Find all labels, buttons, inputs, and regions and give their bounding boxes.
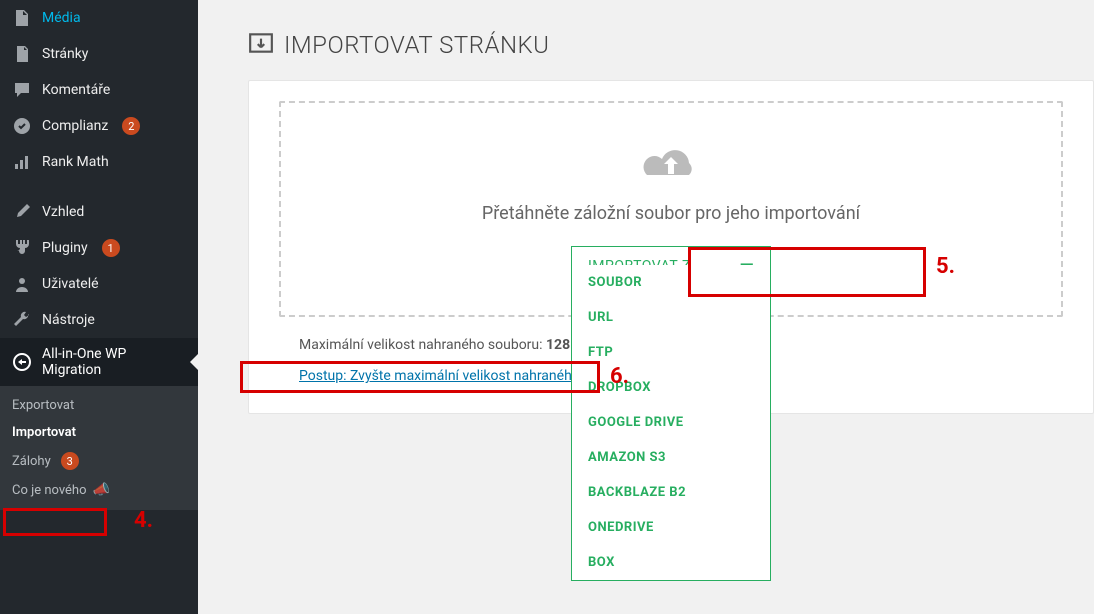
submenu-import[interactable]: Importovat: [0, 419, 198, 446]
option-s3[interactable]: AMAZON S3: [572, 440, 770, 475]
sidebar-item-ai1wm[interactable]: All-in-One WP Migration: [0, 338, 198, 386]
option-backblaze[interactable]: BACKBLAZE B2: [572, 475, 770, 510]
admin-sidebar: Média Stránky Komentáře Complianz 2 Rank…: [0, 0, 198, 614]
complianz-icon: [12, 116, 32, 136]
sidebar-item-users[interactable]: Uživatelé: [0, 266, 198, 302]
submenu-backups[interactable]: Zálohy3: [0, 446, 198, 476]
ai1wm-submenu: Exportovat Importovat Zálohy3 Co je nové…: [0, 386, 198, 510]
option-gdrive[interactable]: GOOGLE DRIVE: [572, 405, 770, 440]
submenu-export[interactable]: Exportovat: [0, 392, 198, 419]
import-icon: [248, 30, 274, 60]
option-box[interactable]: BOX: [572, 545, 770, 580]
sidebar-item-pages[interactable]: Stránky: [0, 36, 198, 72]
media-icon: [12, 8, 32, 28]
option-dropbox[interactable]: DROPBOX: [572, 370, 770, 405]
sidebar-item-label: Pluginy: [42, 240, 88, 256]
backups-badge: 3: [61, 452, 79, 470]
pages-icon: [12, 44, 32, 64]
complianz-badge: 2: [122, 117, 140, 135]
cloud-upload-icon: [301, 143, 1041, 189]
option-ftp[interactable]: FTP: [572, 335, 770, 370]
sidebar-item-label: Uživatelé: [42, 276, 99, 292]
sidebar-item-label: All-in-One WP Migration: [42, 346, 186, 378]
sidebar-item-complianz[interactable]: Complianz 2: [0, 108, 198, 144]
plugin-icon: [12, 238, 32, 258]
sidebar-item-label: Complianz: [42, 118, 108, 134]
submenu-whatsnew[interactable]: Co je nového📣: [0, 476, 198, 504]
brush-icon: [12, 202, 32, 222]
import-source-dropdown: SOUBOR URL FTP DROPBOX GOOGLE DRIVE AMAZ…: [571, 265, 771, 581]
option-file[interactable]: SOUBOR: [572, 265, 770, 300]
comments-icon: [12, 80, 32, 100]
plugins-badge: 1: [102, 239, 120, 257]
megaphone-icon: 📣: [93, 482, 110, 498]
drop-instruction: Přetáhněte záložní soubor pro jeho impor…: [301, 203, 1041, 224]
sidebar-item-label: Rank Math: [42, 154, 109, 170]
dropzone[interactable]: Přetáhněte záložní soubor pro jeho impor…: [279, 101, 1063, 317]
sidebar-item-rankmath[interactable]: Rank Math: [0, 144, 198, 180]
sidebar-item-label: Nástroje: [42, 312, 95, 328]
sidebar-item-media[interactable]: Média: [0, 0, 198, 36]
chart-icon: [12, 152, 32, 172]
sidebar-item-label: Komentáře: [42, 82, 110, 98]
import-card: Přetáhněte záložní soubor pro jeho impor…: [248, 80, 1094, 414]
wrench-icon: [12, 310, 32, 330]
main-content: IMPORTOVAT STRÁNKU Přetáhněte záložní so…: [198, 0, 1094, 614]
user-icon: [12, 274, 32, 294]
page-title: IMPORTOVAT STRÁNKU: [248, 30, 1094, 60]
sidebar-item-appearance[interactable]: Vzhled: [0, 194, 198, 230]
sidebar-item-tools[interactable]: Nástroje: [0, 302, 198, 338]
sidebar-item-plugins[interactable]: Pluginy 1: [0, 230, 198, 266]
sidebar-item-label: Média: [42, 10, 81, 26]
option-onedrive[interactable]: ONEDRIVE: [572, 510, 770, 545]
sidebar-item-label: Vzhled: [42, 204, 84, 220]
sidebar-item-comments[interactable]: Komentáře: [0, 72, 198, 108]
migration-icon: [12, 352, 32, 372]
option-url[interactable]: URL: [572, 300, 770, 335]
sidebar-item-label: Stránky: [42, 46, 88, 62]
